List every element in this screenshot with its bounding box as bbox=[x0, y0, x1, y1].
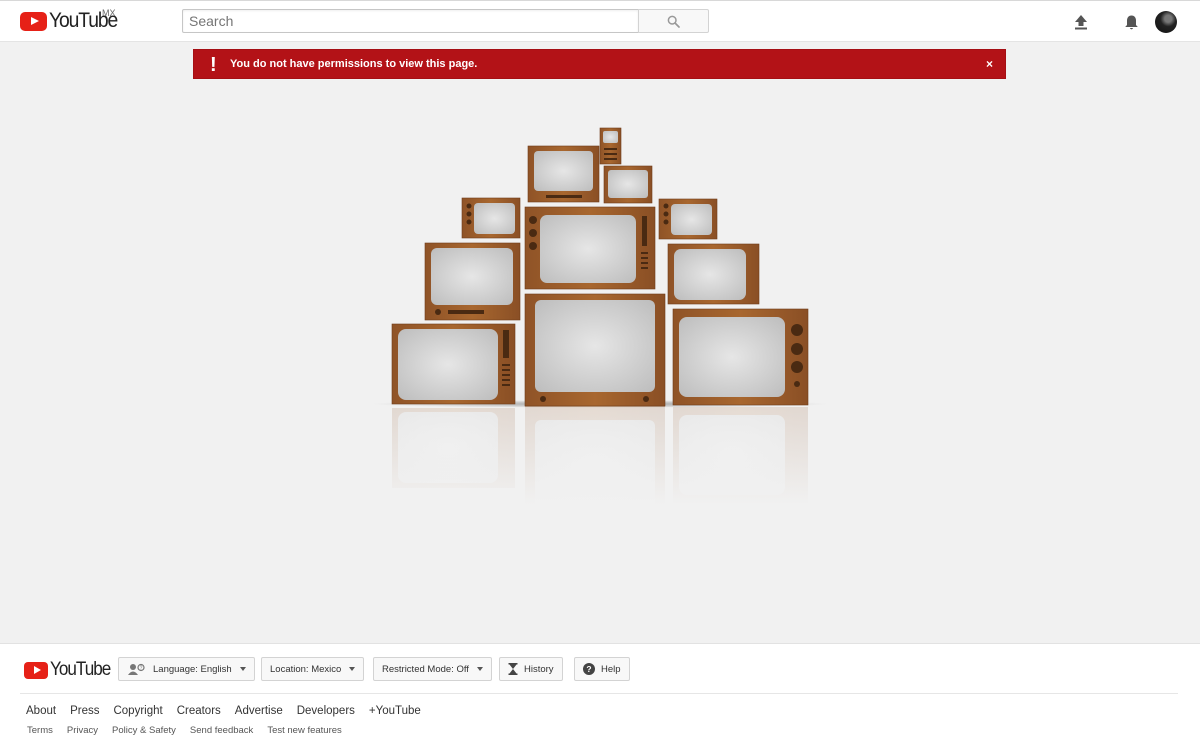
chevron-down-icon bbox=[476, 667, 483, 671]
language-picker-button[interactable]: ? Language: English bbox=[118, 657, 255, 681]
footer-link-plus-youtube[interactable]: +YouTube bbox=[369, 705, 421, 717]
upload-button[interactable] bbox=[1070, 11, 1092, 33]
youtube-play-icon bbox=[24, 661, 48, 679]
footer-youtube-logo[interactable]: YouTube bbox=[24, 659, 117, 681]
footer-link-test-new-features[interactable]: Test new features bbox=[267, 725, 341, 736]
footer-primary-links: About Press Copyright Creators Advertise… bbox=[26, 705, 435, 717]
language-label: Language: English bbox=[153, 663, 232, 675]
footer-link-press[interactable]: Press bbox=[70, 705, 99, 717]
alert-icon: ! bbox=[210, 54, 217, 76]
help-icon: ? bbox=[583, 663, 595, 675]
chevron-down-icon bbox=[239, 667, 246, 671]
youtube-play-icon bbox=[20, 11, 47, 31]
svg-text:?: ? bbox=[140, 666, 143, 672]
alert-close-button[interactable]: × bbox=[986, 57, 993, 71]
footer-link-terms[interactable]: Terms bbox=[27, 725, 53, 736]
footer-link-privacy[interactable]: Privacy bbox=[67, 725, 98, 736]
location-label: Location: Mexico bbox=[270, 663, 342, 675]
search-input[interactable] bbox=[183, 10, 638, 32]
youtube-logo[interactable]: YouTube MX bbox=[20, 8, 123, 31]
footer-divider bbox=[20, 693, 1178, 694]
chevron-down-icon bbox=[349, 667, 356, 671]
footer-link-creators[interactable]: Creators bbox=[177, 705, 221, 717]
permission-alert: ! You do not have permissions to view th… bbox=[193, 49, 1006, 79]
footer-logo-wordmark: YouTube bbox=[50, 659, 111, 680]
account-avatar[interactable] bbox=[1155, 11, 1177, 33]
masthead: YouTube MX bbox=[0, 0, 1200, 42]
history-button[interactable]: History bbox=[499, 657, 563, 681]
location-picker-button[interactable]: Location: Mexico bbox=[261, 657, 365, 681]
tv-stack-illustration bbox=[370, 120, 830, 518]
footer-link-about[interactable]: About bbox=[26, 705, 56, 717]
help-button[interactable]: ? Help bbox=[574, 657, 630, 681]
search-icon bbox=[667, 15, 680, 28]
footer-link-send-feedback[interactable]: Send feedback bbox=[190, 725, 253, 736]
search-box bbox=[182, 9, 639, 33]
footer-secondary-links: Terms Privacy Policy & Safety Send feedb… bbox=[27, 725, 356, 736]
footer-link-developers[interactable]: Developers bbox=[297, 705, 355, 717]
footer: YouTube ? Language: English Location: Me… bbox=[0, 643, 1200, 742]
tv-group bbox=[391, 127, 809, 407]
help-label: Help bbox=[601, 663, 621, 675]
search-button[interactable] bbox=[638, 9, 709, 33]
bell-icon bbox=[1124, 15, 1138, 29]
hourglass-icon bbox=[508, 663, 518, 675]
restricted-mode-button[interactable]: Restricted Mode: Off bbox=[373, 657, 492, 681]
restricted-mode-label: Restricted Mode: Off bbox=[382, 663, 469, 675]
country-code: MX bbox=[102, 8, 116, 18]
footer-link-copyright[interactable]: Copyright bbox=[113, 705, 162, 717]
upload-icon bbox=[1075, 15, 1087, 30]
footer-link-advertise[interactable]: Advertise bbox=[235, 705, 283, 717]
footer-link-policy-safety[interactable]: Policy & Safety bbox=[112, 725, 176, 736]
notifications-button[interactable] bbox=[1120, 11, 1142, 33]
history-label: History bbox=[524, 663, 554, 675]
alert-message: You do not have permissions to view this… bbox=[230, 58, 478, 70]
svg-text:?: ? bbox=[586, 664, 591, 674]
people-icon: ? bbox=[127, 663, 147, 675]
